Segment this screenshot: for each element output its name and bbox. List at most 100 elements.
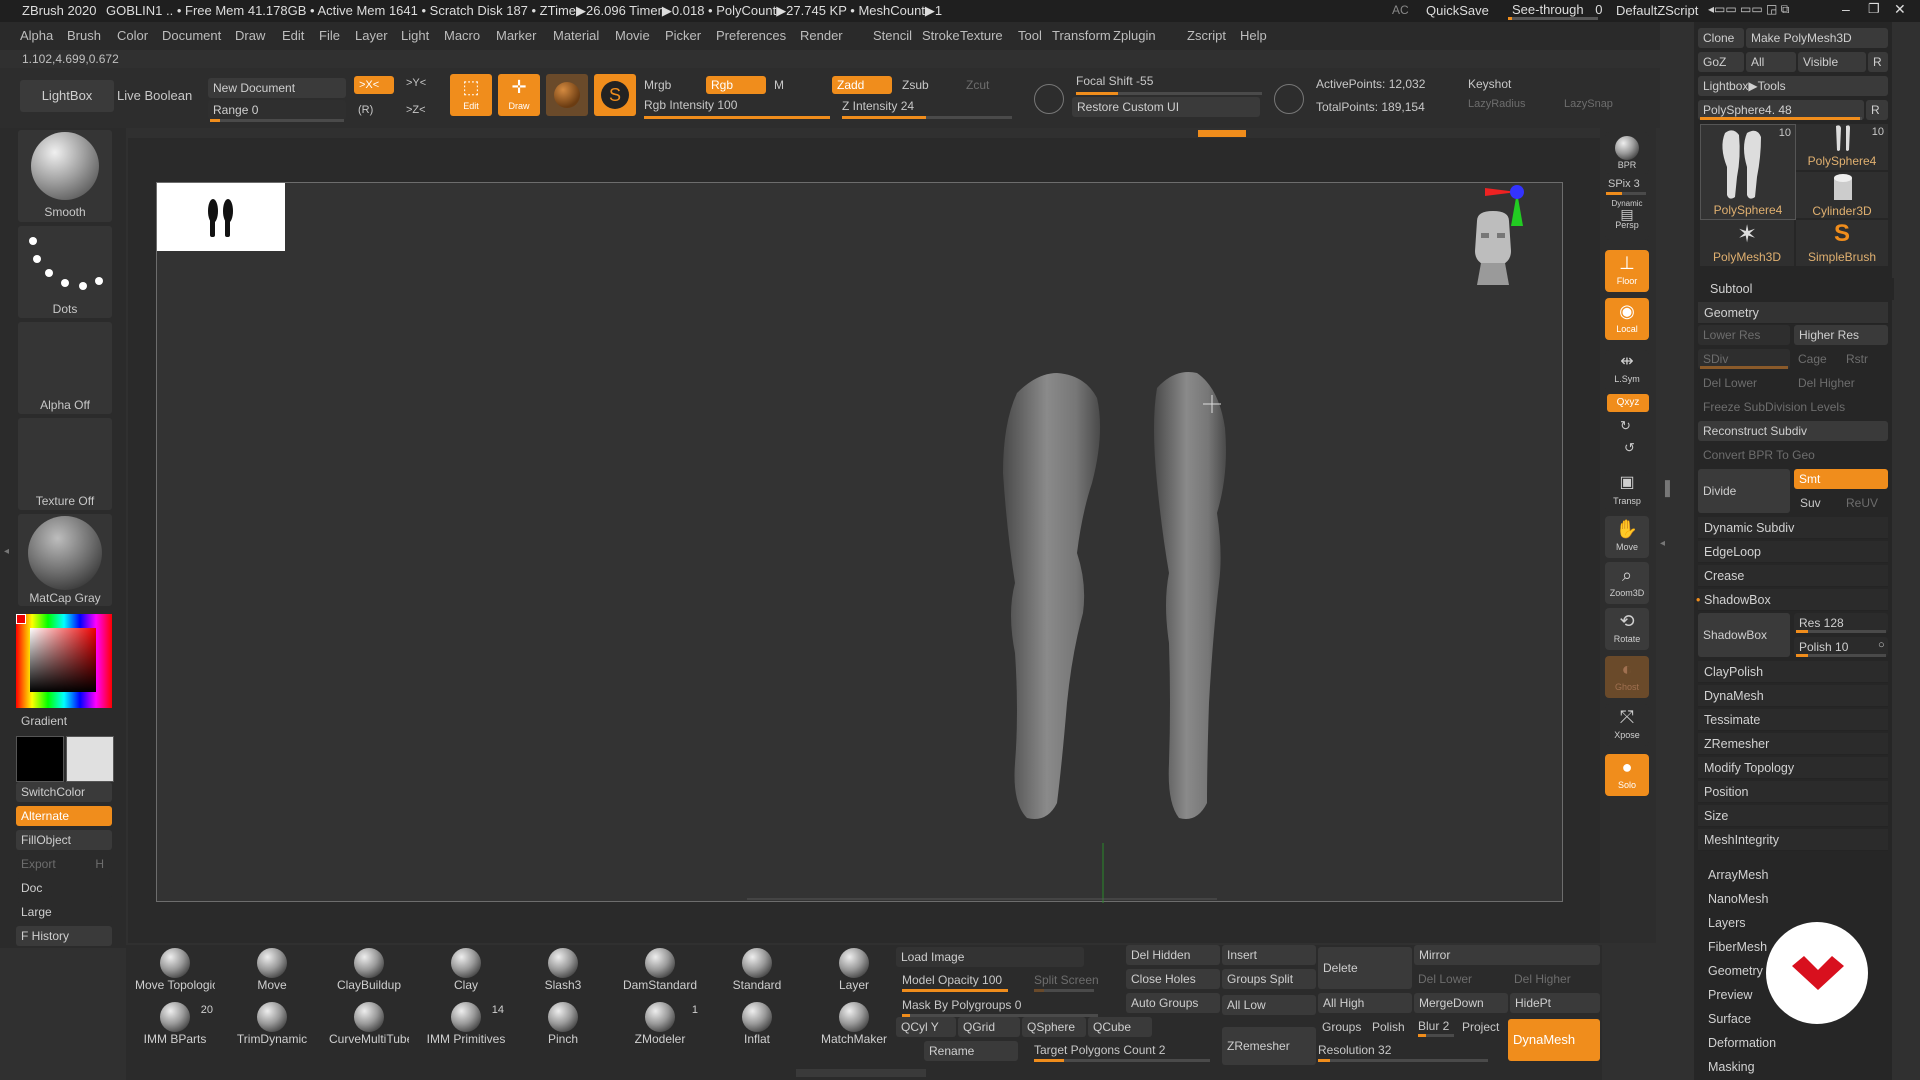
- mask-by-polygroups-slider[interactable]: Mask By Polygroups 0: [902, 998, 1021, 1012]
- alternate-toggle[interactable]: Alternate: [16, 806, 112, 826]
- brush-pinch[interactable]: Pinch: [523, 1002, 603, 1046]
- menu-marker[interactable]: Marker: [496, 28, 536, 43]
- zoom3d-button[interactable]: ⌕ Zoom3D: [1605, 562, 1649, 604]
- rotate-view-button[interactable]: ⟲ Rotate: [1605, 608, 1649, 650]
- brush-clay[interactable]: Clay: [426, 948, 506, 992]
- all-high-button[interactable]: All High: [1318, 993, 1412, 1013]
- menu-transform[interactable]: Transform: [1052, 28, 1111, 43]
- polish-toggle[interactable]: Polish: [1372, 1020, 1405, 1034]
- cage-button[interactable]: Cage: [1798, 352, 1827, 366]
- main-color-swatch[interactable]: [66, 736, 114, 782]
- smt-toggle[interactable]: Smt: [1794, 469, 1888, 489]
- modify-topology-section[interactable]: Modify Topology: [1698, 757, 1888, 779]
- focal-shift-slider[interactable]: Focal Shift -55: [1076, 74, 1153, 88]
- stroke-slot[interactable]: Dots: [18, 226, 112, 318]
- insert-button[interactable]: Insert: [1222, 945, 1316, 965]
- clone-button[interactable]: Clone: [1698, 28, 1744, 48]
- rgb-toggle[interactable]: Rgb: [706, 76, 766, 94]
- menu-help[interactable]: Help: [1240, 28, 1267, 43]
- qgrid-button[interactable]: QGrid: [958, 1017, 1020, 1037]
- geometry-section[interactable]: Geometry: [1698, 302, 1888, 324]
- menu-zplugin[interactable]: Zplugin: [1113, 28, 1156, 43]
- close-holes-button[interactable]: Close Holes: [1126, 969, 1220, 989]
- live-boolean-button[interactable]: Live Boolean: [117, 88, 192, 103]
- blur-slider[interactable]: Blur 2: [1418, 1019, 1449, 1033]
- sym-z-toggle[interactable]: >Z<: [406, 104, 426, 116]
- rename-button[interactable]: Rename: [924, 1041, 1018, 1061]
- tray-collapse-arrow-icon[interactable]: ▐: [1660, 480, 1670, 496]
- mrgb-toggle[interactable]: Mrgb: [644, 78, 671, 92]
- document-viewport[interactable]: [156, 182, 1563, 903]
- brush-imm-primitives[interactable]: IMM Primitives 14: [426, 1002, 506, 1046]
- zadd-toggle[interactable]: Zadd: [832, 76, 892, 94]
- del-higher-button[interactable]: Del Higher: [1798, 376, 1855, 390]
- fill-object-button[interactable]: FillObject: [16, 830, 112, 850]
- menu-preferences[interactable]: Preferences: [716, 28, 786, 43]
- draw-mode-button[interactable]: ✛ Draw: [498, 74, 540, 116]
- floor-button[interactable]: ⊥ Floor: [1605, 250, 1649, 292]
- brush-inflat[interactable]: Inflat: [717, 1002, 797, 1046]
- del-hidden-button[interactable]: Del Hidden: [1126, 945, 1220, 965]
- surface-section[interactable]: Surface: [1702, 1008, 1782, 1030]
- see-through-slider[interactable]: See-through 0: [1512, 2, 1602, 17]
- load-image-button[interactable]: Load Image: [896, 947, 1084, 967]
- lazy-snap-slider[interactable]: LazySnap: [1564, 98, 1613, 110]
- zsub-toggle[interactable]: Zsub: [902, 78, 929, 92]
- menu-color[interactable]: Color: [117, 28, 148, 43]
- xyz-button[interactable]: Qxyz: [1607, 394, 1649, 412]
- menu-macro[interactable]: Macro: [444, 28, 480, 43]
- project-toggle[interactable]: Project: [1462, 1020, 1499, 1034]
- dynamic-subdiv-section[interactable]: Dynamic Subdiv: [1698, 517, 1888, 539]
- texture-slot[interactable]: Texture Off: [18, 418, 112, 510]
- close-icon[interactable]: ✕: [1894, 1, 1906, 18]
- groups-split-button[interactable]: Groups Split: [1222, 969, 1316, 989]
- bottom-tray-handle[interactable]: [796, 1069, 926, 1077]
- sym-x-toggle[interactable]: >X<: [354, 76, 394, 94]
- merge-down-button[interactable]: MergeDown: [1414, 993, 1508, 1013]
- m-toggle[interactable]: M: [774, 78, 784, 92]
- reconstruct-subdiv-button[interactable]: Reconstruct Subdiv: [1698, 421, 1888, 441]
- edgeloop-section[interactable]: EdgeLoop: [1698, 541, 1888, 563]
- zremesher-section[interactable]: ZRemesher: [1698, 733, 1888, 755]
- ghost-button[interactable]: ◐ Ghost: [1605, 656, 1649, 698]
- brush-move-topologica[interactable]: Move Topologica: [135, 948, 215, 992]
- draw-size-icon[interactable]: [1274, 84, 1304, 114]
- qcube-button[interactable]: QCube: [1088, 1017, 1152, 1037]
- lazy-radius-slider[interactable]: LazyRadius: [1468, 98, 1525, 110]
- brush-slash3[interactable]: Slash3: [523, 948, 603, 992]
- color-sv-square[interactable]: [30, 628, 96, 692]
- right-leg-mesh[interactable]: [1154, 372, 1226, 819]
- del-lower-bottom-button[interactable]: Del Lower: [1418, 972, 1472, 986]
- mirror-button[interactable]: Mirror: [1414, 945, 1600, 965]
- shadowbox-section[interactable]: • ShadowBox: [1696, 589, 1888, 611]
- focal-shift-icon[interactable]: [1034, 84, 1064, 114]
- menu-material[interactable]: Material: [553, 28, 599, 43]
- brush-damstandard[interactable]: DamStandard: [620, 948, 700, 992]
- radial-sym-toggle[interactable]: (R): [358, 104, 373, 116]
- tool-thumb-4[interactable]: ✶ PolyMesh3D: [1700, 220, 1794, 266]
- goz-r-button[interactable]: R: [1868, 52, 1888, 72]
- menu-document[interactable]: Document: [162, 28, 221, 43]
- solo-button[interactable]: ● Solo: [1605, 754, 1649, 796]
- new-document-button[interactable]: New Document: [208, 78, 346, 98]
- left-tray-arrow-icon[interactable]: ◂: [4, 546, 9, 557]
- menu-render[interactable]: Render: [800, 28, 843, 43]
- quicksave-button[interactable]: QuickSave: [1426, 3, 1489, 18]
- goz-visible-button[interactable]: Visible: [1798, 52, 1866, 72]
- gradient-label[interactable]: Gradient: [21, 714, 67, 728]
- higher-res-button[interactable]: Higher Res: [1794, 325, 1888, 345]
- minimize-icon[interactable]: –: [1842, 1, 1850, 17]
- del-lower-button[interactable]: Del Lower: [1703, 376, 1757, 390]
- tool-thumb-1[interactable]: 10 PolySphere4: [1700, 124, 1796, 220]
- divide-button[interactable]: Divide: [1698, 469, 1790, 513]
- target-polygons-slider[interactable]: Target Polygons Count 2: [1034, 1043, 1165, 1057]
- lightbox-tools-button[interactable]: Lightbox▶Tools: [1698, 76, 1888, 96]
- secondary-color-swatch[interactable]: [16, 736, 64, 782]
- restore-icon[interactable]: ❐: [1868, 1, 1880, 17]
- rotate-y-icon[interactable]: ↻: [1620, 418, 1631, 434]
- rgb-intensity-slider[interactable]: Rgb Intensity 100: [644, 98, 737, 112]
- keyshot-button[interactable]: Keyshot: [1468, 77, 1511, 91]
- menu-movie[interactable]: Movie: [615, 28, 650, 43]
- model-opacity-slider[interactable]: Model Opacity 100: [902, 973, 1002, 987]
- brush-zmodeler[interactable]: ZModeler 1: [620, 1002, 700, 1046]
